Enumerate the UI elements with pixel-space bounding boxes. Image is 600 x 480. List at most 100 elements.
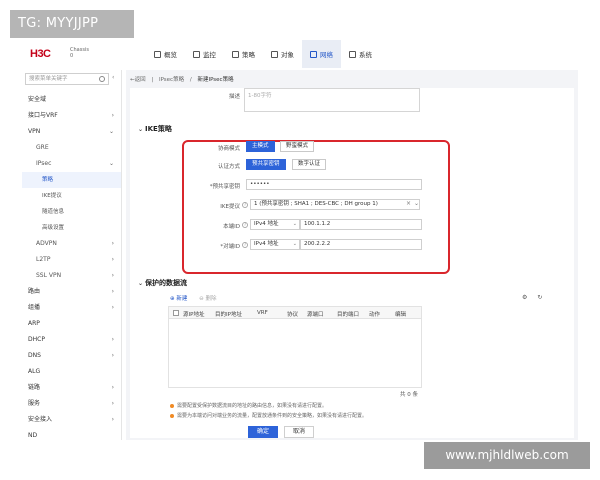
- system-icon: [349, 50, 356, 58]
- breadcrumb-ipsec-policy[interactable]: IPsec策略: [159, 77, 184, 83]
- sidebar-item[interactable]: 服务 ›: [22, 396, 121, 412]
- sidebar-item[interactable]: IKE提议: [22, 188, 121, 204]
- chevron-icon: ›: [111, 352, 114, 359]
- sidebar-item[interactable]: 安全接入 ›: [22, 412, 121, 428]
- sidebar-item[interactable]: 隧道信息: [22, 204, 121, 220]
- topnav-system[interactable]: 系统: [341, 40, 380, 68]
- clear-icon[interactable]: ×: [406, 200, 411, 207]
- sidebar-item-label: 高级设置: [42, 225, 65, 231]
- ike-prop-select[interactable]: 1 (预共享密钥 ; SHA1 ; DES-CBC ; DH group 1): [250, 199, 420, 210]
- sidebar-item[interactable]: 组播 ›: [22, 300, 121, 316]
- sidebar-item[interactable]: 策略: [22, 172, 121, 188]
- help-icon[interactable]: ?: [242, 222, 248, 228]
- sidebar-search-input[interactable]: 搜索菜单关键字: [25, 73, 109, 85]
- desc-label: 描述: [228, 94, 240, 100]
- form-content: 描述 1-80字符 ⌄ IKE策略 协商模式 主模式 野蛮模式 认证方式 预共享密…: [130, 88, 574, 438]
- warning-dot-icon: [170, 413, 174, 418]
- sidebar-item[interactable]: DHCP ›: [22, 332, 121, 348]
- topnav-network[interactable]: 网络: [302, 40, 341, 68]
- psk-label: *预共享密钥: [209, 184, 240, 190]
- sidebar-item[interactable]: ADVPN ›: [22, 236, 121, 252]
- sidebar-item[interactable]: SSL VPN ›: [22, 268, 121, 284]
- psk-input[interactable]: ••••••: [246, 179, 422, 190]
- topnav-policy-label: 策略: [242, 51, 255, 59]
- chevron-icon: ⌄: [108, 128, 114, 135]
- chevron-icon: ›: [111, 416, 114, 423]
- peer-id-type-select[interactable]: IPv4 地址 ⌄: [250, 239, 300, 250]
- ok-button[interactable]: 确定: [248, 426, 278, 438]
- chevron-icon: ›: [111, 272, 114, 279]
- sidebar-item[interactable]: L2TP ›: [22, 252, 121, 268]
- sidebar-item-label: ALG: [28, 368, 41, 375]
- topnav-policy[interactable]: 策略: [224, 40, 263, 68]
- sidebar-item[interactable]: ARP: [22, 316, 121, 332]
- cancel-button[interactable]: 取消: [284, 426, 314, 438]
- brand-sub: Chassis 0: [70, 47, 89, 59]
- local-id-type-select[interactable]: IPv4 地址 ⌄: [250, 219, 300, 230]
- sidebar-item-label: IKE提议: [42, 193, 62, 199]
- topnav-overview[interactable]: 概览: [146, 40, 185, 68]
- sidebar-item-label: GRE: [36, 144, 49, 151]
- ike-section-title[interactable]: ⌄ IKE策略: [138, 124, 172, 134]
- back-link[interactable]: ←返回: [130, 77, 146, 83]
- delete-flow-button[interactable]: ⊖ 删除: [199, 296, 216, 302]
- col-protocol: 协议: [287, 312, 299, 318]
- peer-id-input[interactable]: 200.2.2.2: [300, 239, 422, 250]
- flow-section-title[interactable]: ⌄ 保护的数据流: [138, 278, 187, 288]
- select-all-checkbox[interactable]: [173, 310, 179, 316]
- topnav-monitor-label: 监控: [203, 51, 216, 59]
- auth-cert-button[interactable]: 数字认证: [292, 159, 327, 170]
- table-right-tools: ⚙ ↻: [522, 294, 542, 301]
- caret-down-icon: ⌄: [138, 280, 144, 287]
- object-icon: [271, 50, 278, 58]
- nego-aggressive-mode-button[interactable]: 野蛮模式: [280, 141, 315, 152]
- local-id-type-value: IPv4 地址: [254, 221, 279, 227]
- sidebar-item[interactable]: 路由 ›: [22, 284, 121, 300]
- sidebar-item[interactable]: 接口与VRF ›: [22, 108, 121, 124]
- sidebar-item-label: 策略: [42, 177, 54, 183]
- chevron-icon: ›: [111, 336, 114, 343]
- new-flow-button[interactable]: ⊕ 新建: [170, 296, 187, 302]
- col-edit: 编辑: [395, 312, 407, 318]
- sidebar-item[interactable]: ND: [22, 428, 121, 440]
- auth-psk-button[interactable]: 预共享密钥: [246, 159, 286, 170]
- col-vrf: VRF: [257, 310, 268, 316]
- brand-logo: H3C: [30, 48, 51, 60]
- warning-dot-icon: [170, 403, 174, 408]
- sidebar-item[interactable]: GRE: [22, 140, 121, 156]
- topnav-overview-label: 概览: [164, 51, 177, 59]
- peer-id-type-value: IPv4 地址: [254, 241, 279, 247]
- sidebar-item-label: DHCP: [28, 336, 45, 343]
- chevron-icon: ›: [111, 256, 114, 263]
- sidebar-item-label: 组播: [28, 304, 41, 311]
- nego-main-mode-button[interactable]: 主模式: [246, 141, 275, 152]
- sidebar-item-label: 安全域: [28, 96, 47, 103]
- refresh-icon[interactable]: ↻: [537, 294, 542, 301]
- main-area: ←返回 | IPsec策略 / 新建IPsec策略 描述 1-80字符 ⌄ IKE…: [126, 70, 578, 440]
- ike-prop-label: IKE提议: [220, 204, 240, 210]
- sidebar-item[interactable]: ALG: [22, 364, 121, 380]
- sidebar-item[interactable]: 安全域: [22, 92, 121, 108]
- overview-icon: [154, 50, 161, 58]
- help-icon[interactable]: ?: [242, 242, 248, 248]
- desc-textarea[interactable]: 1-80字符: [244, 88, 420, 112]
- settings-gear-icon[interactable]: ⚙: [522, 294, 527, 301]
- help-icon[interactable]: ?: [242, 202, 248, 208]
- sidebar-item[interactable]: 链路 ›: [22, 380, 121, 396]
- search-icon[interactable]: [99, 76, 105, 82]
- collapse-sidebar-icon[interactable]: ‹: [112, 75, 118, 81]
- chevron-icon: ›: [111, 240, 114, 247]
- topnav-object[interactable]: 对象: [263, 40, 302, 68]
- sidebar-item-label: 路由: [28, 288, 41, 295]
- local-id-input[interactable]: 100.1.1.2: [300, 219, 422, 230]
- sidebar-item[interactable]: DNS ›: [22, 348, 121, 364]
- sidebar-item-label: ND: [28, 432, 38, 439]
- sidebar-item[interactable]: 高级设置: [22, 220, 121, 236]
- topnav-monitor[interactable]: 监控: [185, 40, 224, 68]
- chevron-icon: ›: [111, 304, 114, 311]
- chevron-down-icon[interactable]: ⌄: [414, 200, 419, 207]
- sidebar-item[interactable]: IPsec ⌄: [22, 156, 121, 172]
- sidebar-item[interactable]: VPN ⌄: [22, 124, 121, 140]
- note-policy: 需要为本端访问对端业务的流量，配置放通条件到的安全策略，如果没有请进行配置。: [170, 412, 367, 419]
- sidebar-menu: 安全域接口与VRF › VPN ⌄ GRE IPsec ⌄ 策略 IKE提议隧道信息高级设置 AD…: [22, 92, 121, 440]
